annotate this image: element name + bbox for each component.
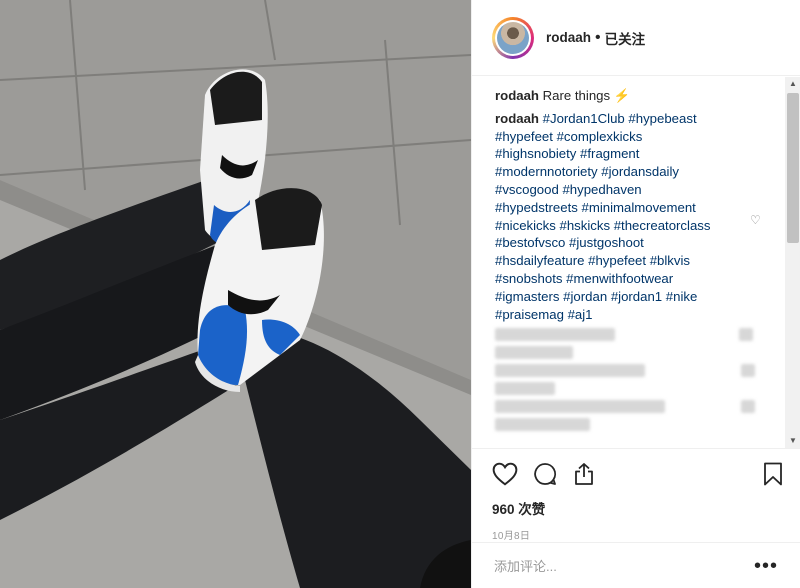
post-sidebar: rodaah • 已关注 rodaah Rare things ⚡ rodaah… [471, 0, 800, 588]
blurred-row [495, 418, 786, 432]
scroll-up-arrow-icon[interactable]: ▲ [785, 77, 800, 91]
blurred-row [495, 364, 786, 378]
hashtag-comment: rodaah #Jordan1Club #hypebeast #hypefeet… [495, 110, 725, 324]
blurred-comments [495, 328, 786, 432]
caption: rodaah Rare things ⚡ [495, 87, 786, 105]
follow-status-button[interactable]: 已关注 [605, 28, 646, 48]
comments-section[interactable]: rodaah Rare things ⚡ rodaah #Jordan1Club… [472, 77, 786, 448]
add-comment-bar: 添加评论... ••• [472, 542, 800, 588]
action-icons [492, 459, 785, 489]
heart-icon[interactable] [492, 462, 518, 486]
post-photo-graphic [0, 0, 471, 588]
header-separator: • [595, 28, 601, 46]
comment-icon[interactable] [532, 462, 558, 486]
blurred-row [495, 382, 786, 396]
hashtag-text[interactable]: #Jordan1Club #hypebeast #hypefeet #compl… [495, 111, 710, 322]
avatar[interactable] [492, 16, 534, 59]
likes-count[interactable]: 960 次赞 [492, 498, 785, 518]
more-icon[interactable]: ••• [754, 556, 778, 576]
post-actions: 960 次赞 10月8日 [472, 448, 800, 542]
bookmark-icon[interactable] [763, 462, 783, 486]
avatar-frame [495, 19, 531, 56]
comment-username[interactable]: rodaah [495, 111, 539, 126]
header-username[interactable]: rodaah [546, 30, 591, 45]
avatar-image [497, 21, 529, 54]
post-date: 10月8日 [492, 531, 531, 542]
share-icon[interactable] [572, 462, 596, 486]
caption-text: Rare things ⚡ [542, 88, 631, 103]
add-comment-input[interactable]: 添加评论... [494, 556, 754, 575]
scrollbar-thumb[interactable] [787, 93, 799, 243]
blurred-row [495, 328, 786, 342]
scroll-down-arrow-icon[interactable]: ▼ [785, 434, 800, 448]
blurred-row [495, 346, 786, 360]
post-photo[interactable] [0, 0, 471, 588]
comments-scrollbar[interactable]: ▲ ▼ [785, 77, 800, 448]
instagram-post: rodaah • 已关注 rodaah Rare things ⚡ rodaah… [0, 0, 800, 588]
blurred-row [495, 400, 786, 414]
caption-username[interactable]: rodaah [495, 88, 539, 103]
comment-like-heart-icon[interactable]: ♡ [750, 212, 761, 230]
post-header: rodaah • 已关注 [472, 0, 800, 76]
